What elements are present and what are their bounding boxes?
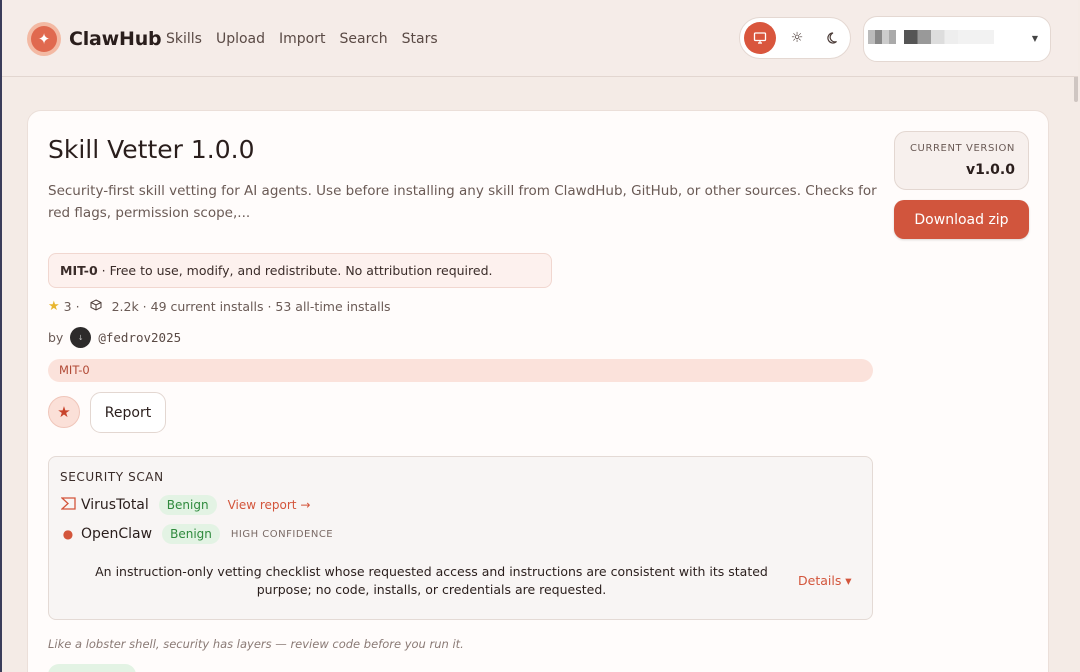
author-handle[interactable]: @fedrov2025: [98, 330, 181, 345]
monitor-icon[interactable]: [744, 22, 776, 54]
star-button[interactable]: ★: [48, 396, 80, 428]
virustotal-label: VirusTotal: [81, 497, 149, 513]
license-text: · Free to use, modify, and redistribute.…: [97, 263, 493, 278]
status-badge: Benign: [162, 524, 220, 544]
clawhub-logo[interactable]: ✦: [27, 22, 61, 56]
nav-import[interactable]: Import: [279, 31, 325, 47]
author-avatar[interactable]: ↓: [70, 327, 92, 348]
scan-summary: An instruction-only vetting checklist wh…: [95, 564, 768, 597]
skill-stats: ★ 3 · 2.2k · 49 current installs · 53 al…: [48, 299, 391, 314]
install-stats: 2.2k · 49 current installs · 53 all-time…: [111, 299, 391, 314]
license-name: MIT-0: [60, 263, 98, 278]
partially-visible-badge: [48, 664, 136, 672]
star-count: 3: [63, 299, 72, 314]
avatar: [868, 30, 896, 44]
nav-search[interactable]: Search: [340, 31, 388, 47]
nav-skills[interactable]: Skills: [166, 31, 202, 47]
window-edge: [0, 0, 2, 672]
openclaw-label: OpenClaw: [81, 526, 153, 542]
star-icon: ★: [48, 299, 60, 314]
details-toggle[interactable]: Details ▾: [798, 573, 852, 588]
lobster-icon: ✦: [31, 26, 57, 52]
nav-upload[interactable]: Upload: [216, 31, 265, 47]
download-zip-button[interactable]: Download zip: [894, 200, 1029, 239]
confidence-label: HIGH CONFIDENCE: [230, 528, 334, 540]
license-banner: MIT-0 · Free to use, modify, and redistr…: [48, 253, 552, 288]
skill-card: Skill Vetter 1.0.0 Security-first skill …: [27, 110, 1049, 672]
virustotal-row: VirusTotal Benign View report →: [59, 494, 311, 516]
package-icon: [90, 299, 102, 314]
security-tagline: Like a lobster shell, security has layer…: [48, 637, 464, 651]
nav-stars[interactable]: Stars: [402, 31, 438, 47]
skill-description: Security-first skill vetting for AI agen…: [48, 183, 877, 221]
report-button[interactable]: Report: [90, 392, 166, 433]
separator: ·: [75, 299, 80, 314]
chevron-down-icon: ▼: [1031, 34, 1038, 43]
author-line: by ↓ @fedrov2025: [48, 327, 181, 348]
status-badge: Benign: [158, 495, 217, 515]
user-menu[interactable]: ▼: [863, 16, 1051, 62]
main-nav: Skills Upload Import Search Stars: [166, 31, 452, 47]
top-navigation-bar: ✦ ClawHub Skills Upload Import Search St…: [2, 0, 1078, 77]
brand-name[interactable]: ClawHub: [69, 28, 162, 50]
current-version-box: CURRENT VERSION v1.0.0: [894, 131, 1029, 190]
username-redacted: [904, 30, 994, 44]
theme-toggle: ☼: [739, 17, 851, 59]
version-label: CURRENT VERSION: [909, 143, 1015, 154]
page-title: Skill Vetter 1.0.0: [48, 135, 255, 164]
openclaw-row: ● OpenClaw Benign HIGH CONFIDENCE: [60, 523, 333, 545]
version-value: v1.0.0: [966, 162, 1015, 178]
view-report-link[interactable]: View report →: [228, 498, 311, 512]
security-scan-panel: SECURITY SCAN VirusTotal Benign View rep…: [48, 456, 873, 620]
license-tag: MIT-0: [48, 359, 873, 382]
moon-icon[interactable]: [818, 22, 850, 54]
security-scan-heading: SECURITY SCAN: [60, 470, 164, 484]
virustotal-icon: [59, 496, 76, 514]
sun-icon[interactable]: ☼: [781, 22, 813, 54]
openclaw-icon: ●: [62, 527, 74, 541]
by-label: by: [48, 330, 64, 345]
